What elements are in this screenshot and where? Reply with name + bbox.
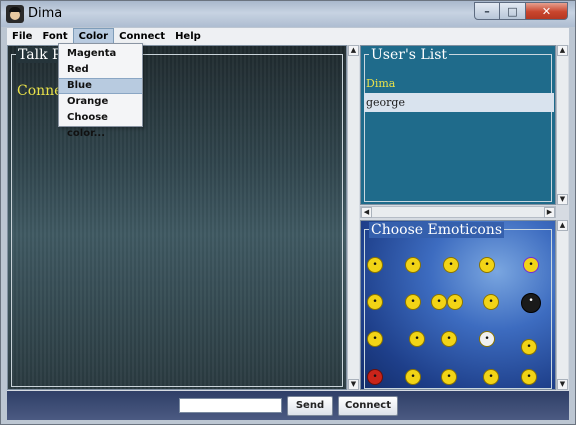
maximize-button[interactable]: □: [500, 2, 526, 20]
hair-emoticon-icon[interactable]: •: [409, 331, 425, 347]
afro-emoticon-icon[interactable]: •: [521, 293, 541, 313]
window-controls: – □ ✕: [474, 2, 568, 20]
scroll-right-button[interactable]: ▶: [544, 207, 555, 218]
users-list: Dima george: [364, 74, 554, 112]
wink-emoticon-icon[interactable]: •: [479, 257, 495, 273]
color-option-red[interactable]: Red: [59, 62, 142, 78]
close-icon: ✕: [541, 4, 552, 18]
maximize-icon: □: [507, 4, 518, 18]
users-horizontal-scrollbar[interactable]: ◀ ▶: [360, 206, 556, 218]
dance-emoticon-icon[interactable]: •: [431, 294, 447, 310]
window-title: Dima: [28, 6, 63, 21]
title-bar[interactable]: Dima – □ ✕: [1, 1, 575, 27]
talk-scrollbar[interactable]: ▲ ▼: [347, 45, 359, 390]
scroll-down-button[interactable]: ▼: [557, 194, 568, 205]
scroll-down-button[interactable]: ▼: [557, 379, 568, 390]
color-option-blue[interactable]: Blue: [59, 78, 142, 94]
users-panel: User's List Dima george: [360, 45, 556, 205]
devil-emoticon-icon[interactable]: •: [367, 369, 383, 385]
menu-file[interactable]: File: [7, 28, 37, 45]
close-button[interactable]: ✕: [526, 2, 568, 20]
guitar-emoticon-icon[interactable]: •: [521, 369, 537, 385]
emoticons-panel: Choose Emoticons • • • • • • • • • • • •…: [360, 220, 556, 390]
list-item[interactable]: Dima: [364, 74, 554, 93]
users-panel-title: User's List: [369, 47, 450, 63]
color-option-magenta[interactable]: Magenta: [59, 46, 142, 62]
color-option-choose[interactable]: Choose color...: [59, 110, 142, 139]
laugh-emoticon-icon[interactable]: •: [405, 257, 421, 273]
grin-emoticon-icon[interactable]: •: [443, 257, 459, 273]
clown-emoticon-icon[interactable]: •: [367, 331, 383, 347]
minimize-icon: –: [484, 4, 490, 18]
connect-button[interactable]: Connect: [338, 396, 398, 416]
rock-emoticon-icon[interactable]: •: [441, 369, 457, 385]
pirate-emoticon-icon[interactable]: •: [405, 369, 421, 385]
scroll-up-button[interactable]: ▲: [348, 45, 359, 56]
scroll-up-button[interactable]: ▲: [557, 45, 568, 56]
ninja-emoticon-icon[interactable]: •: [483, 369, 499, 385]
users-scrollbar[interactable]: ▲ ▼: [556, 45, 568, 205]
smile-emoticon-icon[interactable]: •: [367, 257, 383, 273]
scroll-up-button[interactable]: ▲: [557, 220, 568, 231]
message-input[interactable]: [179, 398, 282, 413]
minimize-button[interactable]: –: [474, 2, 500, 20]
bottom-bar: Send Connect: [7, 391, 569, 420]
emoticons-panel-title: Choose Emoticons: [369, 222, 505, 238]
angry-emoticon-icon[interactable]: •: [367, 294, 383, 310]
color-dropdown-menu: Magenta Red Blue Orange Choose color...: [58, 43, 143, 139]
scroll-left-button[interactable]: ◀: [361, 207, 372, 218]
send-button[interactable]: Send: [287, 396, 333, 416]
thinking-emoticon-icon[interactable]: •: [483, 294, 499, 310]
stickman-emoticon-icon[interactable]: •: [405, 294, 421, 310]
app-avatar-icon: [6, 5, 24, 23]
color-option-orange[interactable]: Orange: [59, 94, 142, 110]
cow-emoticon-icon[interactable]: •: [479, 331, 495, 347]
emoticons-scrollbar[interactable]: ▲ ▼: [556, 220, 568, 390]
list-item[interactable]: george: [364, 93, 554, 112]
jedi-emoticon-icon[interactable]: •: [521, 339, 537, 355]
scroll-down-button[interactable]: ▼: [348, 379, 359, 390]
menu-help[interactable]: Help: [170, 28, 206, 45]
wave-emoticon-icon[interactable]: •: [447, 294, 463, 310]
punk-emoticon-icon[interactable]: •: [441, 331, 457, 347]
jester-emoticon-icon[interactable]: •: [523, 257, 539, 273]
